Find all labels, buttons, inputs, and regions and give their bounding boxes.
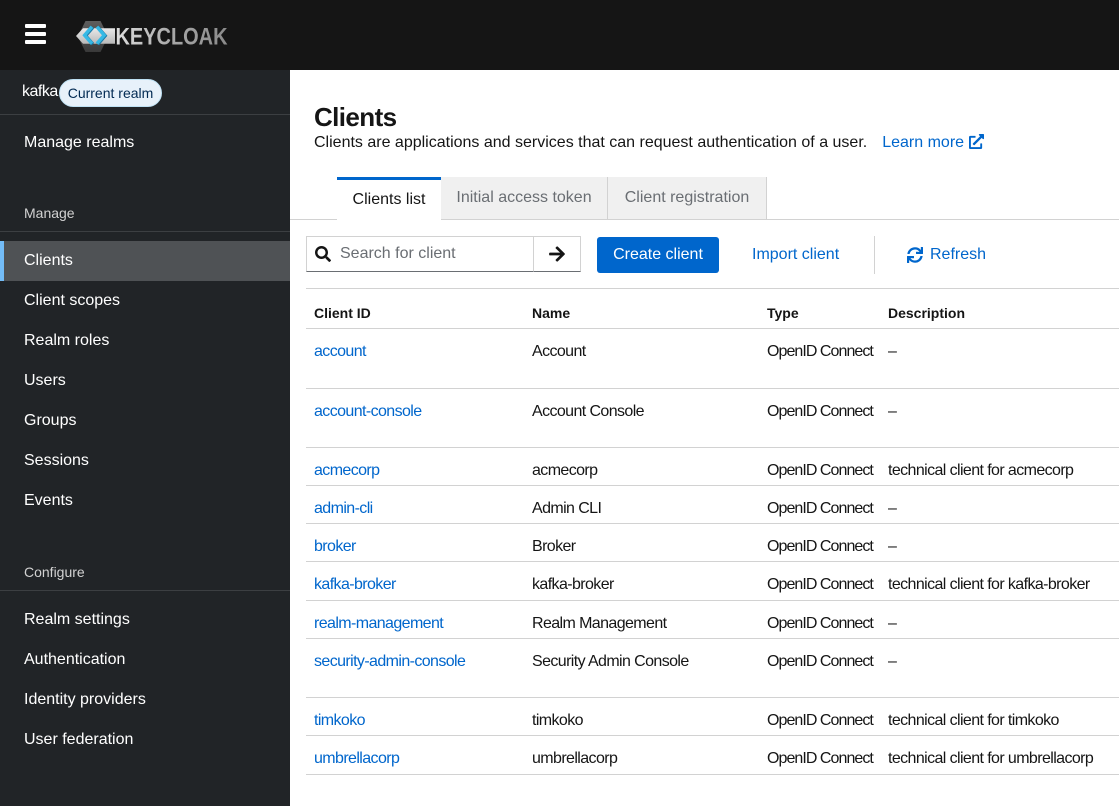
svg-text:KEYCLOAK: KEYCLOAK xyxy=(116,24,229,51)
